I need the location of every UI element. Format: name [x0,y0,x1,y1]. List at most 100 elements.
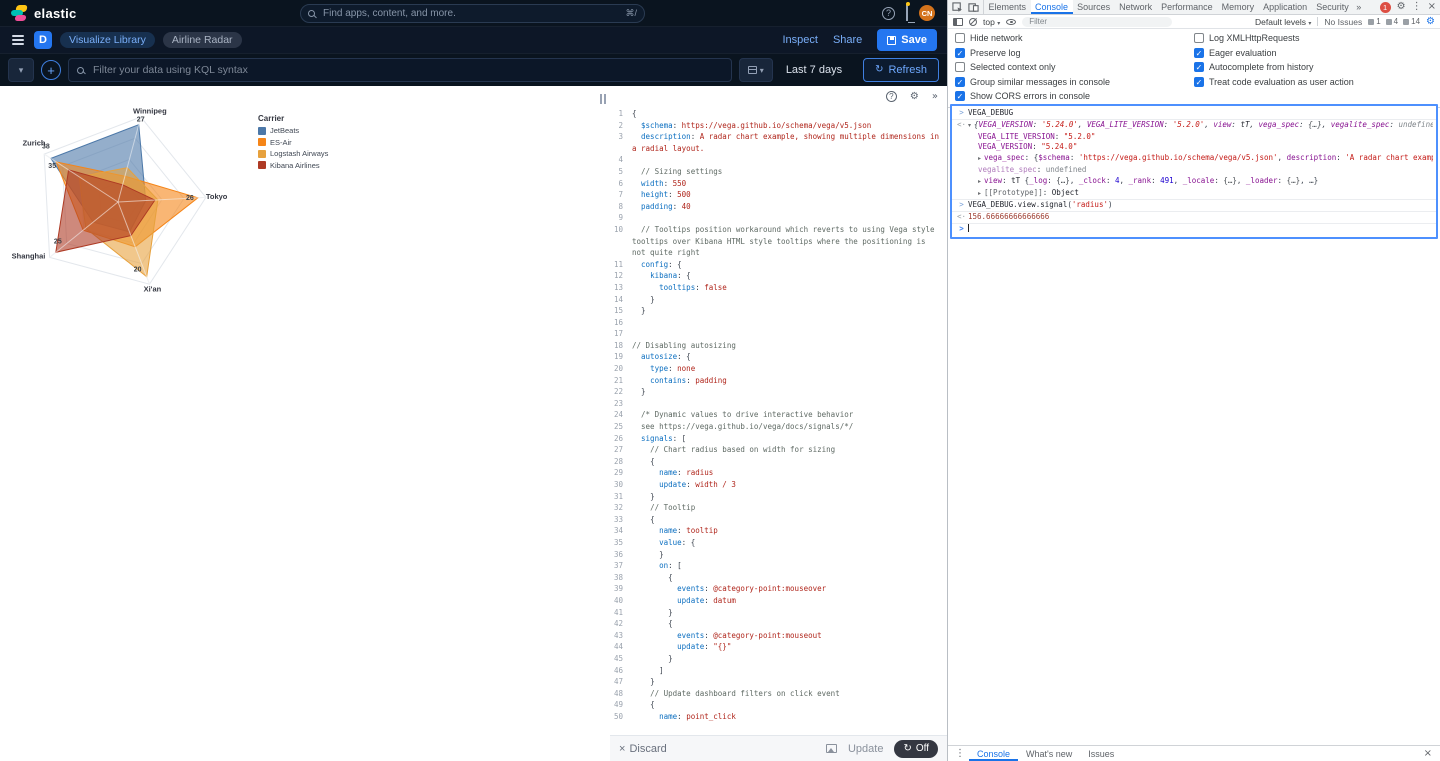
devtools-tab-performance[interactable]: Performance [1157,0,1218,14]
console-setting-checkbox[interactable]: ✓Group similar messages in console [955,77,1194,87]
code-line[interactable]: 37 on: [ [610,560,947,572]
code-line[interactable]: 8 padding: 40 [610,201,947,213]
code-line[interactable]: 10 // Tooltips position workaround which… [610,224,947,259]
console-focus-region[interactable]: >VEGA_DEBUG<·▾{VEGA_VERSION: '5.24.0', V… [950,104,1438,239]
console-object-property[interactable]: ▸[[Prototype]]: Object [952,188,1436,201]
code-line[interactable]: 6 width: 550 [610,178,947,190]
kql-input[interactable] [91,63,723,77]
date-picker-button[interactable]: ▾ [739,58,773,82]
dashboard-app-icon[interactable]: D [34,31,52,49]
console-setting-checkbox[interactable]: ✓Preserve log [955,48,1194,58]
kql-search-box[interactable] [68,58,732,82]
code-line[interactable]: 2 $schema: https://vega.github.io/schema… [610,120,947,132]
context-selector[interactable]: top ▾ [983,17,1000,27]
code-line[interactable]: 35 value: { [610,537,947,549]
code-line[interactable]: 26 signals: [ [610,433,947,445]
code-line[interactable]: 30 update: width / 3 [610,479,947,491]
console-settings-icon[interactable]: ⚙ [1426,17,1435,27]
code-line[interactable]: 25 see https://vega.github.io/vega/docs/… [610,421,947,433]
notifications-button[interactable] [906,4,908,22]
code-line[interactable]: 14 } [610,294,947,306]
code-line[interactable]: 12 kibana: { [610,270,947,282]
console-setting-checkbox[interactable]: ✓Treat code evaluation as user action [1194,77,1433,87]
avatar[interactable]: CN [919,5,935,21]
refresh-button[interactable]: ↻ Refresh [863,58,939,82]
clear-console-icon[interactable] [969,18,977,26]
code-line[interactable]: 13 tooltips: false [610,282,947,294]
console-object-property[interactable]: ▸view: tT {_log: {…}, _clock: 4, _rank: … [952,176,1436,188]
devtools-close-icon[interactable]: × [1428,2,1436,12]
devtools-tab-memory[interactable]: Memory [1217,0,1259,14]
console-setting-checkbox[interactable]: Selected context only [955,62,1194,72]
devtools-tab-sources[interactable]: Sources [1073,0,1115,14]
add-filter-button[interactable]: + [41,60,61,80]
code-line[interactable]: 3 description: A radar chart example, sh… [610,131,947,154]
code-line[interactable]: 4 [610,154,947,166]
code-line[interactable]: 9 [610,212,947,224]
code-line[interactable]: 31 } [610,491,947,503]
console-setting-checkbox[interactable]: Log XMLHttpRequests [1194,33,1433,43]
devtools-tab-application[interactable]: Application [1259,0,1312,14]
console-object-property[interactable]: ▸vega_spec: {$schema: 'https://vega.gith… [952,153,1436,165]
devtools-tab-console[interactable]: Console [1031,0,1073,14]
code-line[interactable]: 32 // Tooltip [610,502,947,514]
update-button[interactable]: Update [848,743,883,755]
inspect-element-icon[interactable] [952,2,963,13]
code-line[interactable]: 36 } [610,549,947,561]
device-toolbar-icon[interactable] [968,2,979,13]
time-range-label[interactable]: Last 7 days [786,64,842,76]
code-line[interactable]: 21 contains: padding [610,375,947,387]
code-line[interactable]: 45 } [610,653,947,665]
code-line[interactable]: 24 /* Dynamic values to drive interactiv… [610,409,947,421]
code-line[interactable]: 48 // Update dashboard filters on click … [610,688,947,700]
code-line[interactable]: 1{ [610,108,947,120]
code-line[interactable]: 15 } [610,305,947,317]
console-setting-checkbox[interactable]: Hide network [955,33,1194,43]
console-setting-checkbox[interactable]: ✓Show CORS errors in console [955,91,1194,101]
saved-query-menu-button[interactable]: ▾ [8,58,34,82]
live-expression-icon[interactable] [1006,19,1016,25]
code-line[interactable]: 5 // Sizing settings [610,166,947,178]
editor-expand-icon[interactable]: » [932,92,938,102]
code-line[interactable]: 40 update: datum [610,595,947,607]
console-filter-input[interactable]: Filter [1022,17,1172,27]
drawer-tab-issues[interactable]: Issues [1080,746,1122,761]
help-icon[interactable]: ? [882,7,895,20]
code-line[interactable]: 47 } [610,676,947,688]
console-result[interactable]: <·▾{VEGA_VERSION: '5.24.0', VEGA_LITE_VE… [952,120,1436,132]
console-setting-checkbox[interactable]: ✓Eager evaluation [1194,48,1433,58]
vega-spec-editor[interactable]: ? ⚙ » 1{2 $schema: https://vega.github.i… [610,86,947,735]
code-line[interactable]: 33 { [610,514,947,526]
snapshot-icon[interactable] [826,744,837,753]
code-line[interactable]: 29 name: radius [610,467,947,479]
discard-button[interactable]: × Discard [619,743,667,755]
devtools-kebab-icon[interactable]: ⋮ [1412,2,1422,12]
code-line[interactable]: 50 name: point_click [610,711,947,723]
log-levels-dropdown[interactable]: Default levels ▾ [1255,17,1311,27]
global-search-input[interactable] [321,7,619,20]
editor-help-icon[interactable]: ? [886,91,897,102]
inspect-button[interactable]: Inspect [782,34,817,46]
drawer-tab-what-s-new[interactable]: What's new [1018,746,1080,761]
code-line[interactable]: 17 [610,328,947,340]
breadcrumb-visualize-library[interactable]: Visualize Library [60,32,155,48]
code-line[interactable]: 41 } [610,607,947,619]
code-line[interactable]: 42 { [610,618,947,630]
console-prompt[interactable]: > [952,224,1436,235]
code-line[interactable]: 11 config: { [610,259,947,271]
code-line[interactable]: 7 height: 500 [610,189,947,201]
console-sidebar-icon[interactable] [953,18,963,26]
code-line[interactable]: 28 { [610,456,947,468]
devtools-tab-elements[interactable]: Elements [984,0,1031,14]
error-count-badge[interactable]: 1 [1380,2,1391,13]
devtools-tab-network[interactable]: Network [1115,0,1157,14]
devtools-tab-security[interactable]: Security [1312,0,1354,14]
code-line[interactable]: 44 update: "{}" [610,641,947,653]
code-line[interactable]: 38 { [610,572,947,584]
code-line[interactable]: 22 } [610,386,947,398]
panel-resizer[interactable] [597,86,610,761]
share-button[interactable]: Share [833,34,862,46]
drawer-close-icon[interactable]: × [1419,746,1437,761]
save-button[interactable]: Save [877,29,937,51]
code-line[interactable]: 34 name: tooltip [610,525,947,537]
